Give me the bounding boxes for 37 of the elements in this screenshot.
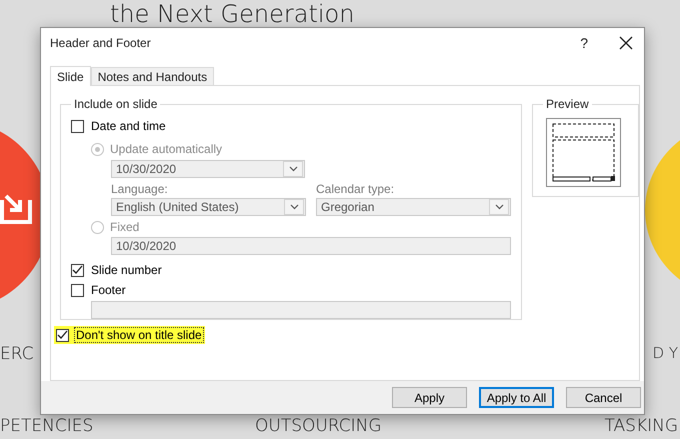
dropdown[interactable]: Gregorian	[316, 198, 511, 216]
checkbox-label[interactable]: Slide number	[90, 263, 163, 277]
dialog-button[interactable]: Apply	[392, 387, 467, 408]
field-label: Language:	[111, 182, 169, 196]
slide-text: PETENCIES	[0, 418, 94, 435]
slide-text: D Y	[652, 346, 678, 361]
window-title: Header and Footer	[50, 36, 152, 50]
checkbox[interactable]	[71, 120, 84, 132]
checkbox[interactable]	[56, 328, 69, 342]
chevron-down-icon	[494, 204, 504, 210]
dropdown[interactable]: 10/30/2020	[111, 160, 305, 178]
tray-arrow-icon	[0, 192, 32, 224]
tab[interactable]: Slide	[50, 66, 91, 86]
checkbox-label[interactable]: Date and time	[90, 119, 167, 133]
slide-text: ERC	[0, 346, 34, 363]
field-label: Calendar type:	[316, 182, 396, 196]
checkbox[interactable]	[71, 284, 84, 296]
text-field[interactable]: 10/30/2020	[111, 237, 511, 255]
chevron-down-icon	[290, 204, 298, 210]
radio-button[interactable]	[91, 142, 104, 156]
checkbox-label[interactable]: Don't show on title slide	[75, 328, 203, 342]
dialog-button[interactable]: Cancel	[566, 387, 641, 408]
checkbox-label[interactable]: Footer	[90, 283, 127, 297]
dropdown[interactable]: English (United States)	[111, 198, 306, 216]
radio-button[interactable]	[91, 220, 104, 234]
group-title: Include on slide	[73, 97, 158, 111]
checkbox[interactable]	[71, 264, 84, 276]
text-field[interactable]	[91, 301, 511, 319]
close-icon[interactable]	[618, 35, 634, 51]
slide-title: the Next Generation	[110, 2, 354, 26]
chevron-down-icon	[288, 166, 298, 172]
group-title: Preview	[545, 97, 590, 111]
dialog-button[interactable]: Apply to All	[479, 387, 554, 408]
slide-text: TASKING	[604, 418, 678, 435]
help-button[interactable]: ?	[580, 35, 588, 51]
tab[interactable]: Notes and Handouts	[90, 67, 214, 85]
slide-text: OUTSOURCING	[255, 418, 382, 435]
